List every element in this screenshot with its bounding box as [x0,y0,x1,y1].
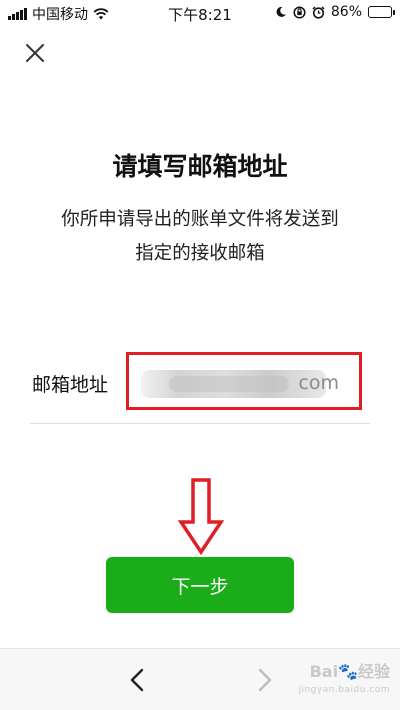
page-description: 你所申请导出的账单文件将发送到 指定的接收邮箱 [40,203,360,271]
chevron-left-icon[interactable] [124,665,152,695]
email-redaction-shade [169,376,289,392]
page-title: 请填写邮箱地址 [112,152,288,181]
battery-percent: 86% [330,4,362,20]
baidu-jingyan-watermark: Bai🐾经验 jingyan.baidu.com [298,663,390,699]
email-suffix: com [298,372,339,394]
battery-icon [368,6,395,18]
watermark-brand: Bai🐾经验 [309,662,390,681]
status-bar: 中国移动 下午8:21 86% [0,0,400,26]
moon-icon [276,6,286,17]
bottom-nav-bar: Bai🐾经验 jingyan.baidu.com [0,648,400,710]
email-label: 邮箱地址 [32,374,109,396]
description-line-1: 你所申请导出的账单文件将发送到 [61,209,339,230]
description-line-2: 指定的接收邮箱 [135,243,265,264]
close-icon[interactable] [20,38,50,68]
next-button[interactable]: 下一步 [106,557,294,613]
alarm-icon [312,5,325,19]
down-arrow-annotation-icon [178,478,224,556]
status-right: 86% [275,4,395,20]
email-field[interactable]: com [126,352,362,410]
orientation-lock-icon [293,5,306,19]
chevron-right-icon[interactable] [250,665,278,695]
watermark-site: jingyan.baidu.com [298,685,390,695]
email-row: 邮箱地址 com [30,352,370,424]
